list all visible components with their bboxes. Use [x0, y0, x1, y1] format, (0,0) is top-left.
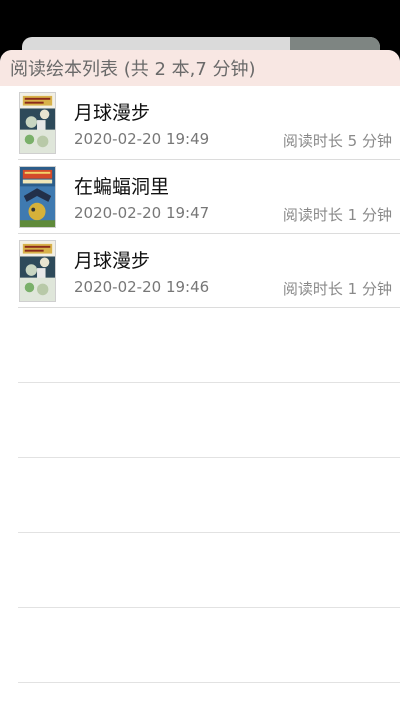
book-title: 月球漫步: [74, 102, 151, 124]
book-cover-moon-walk-icon: [19, 240, 56, 302]
reading-list-sheet: 阅读绘本列表 (共 2 本,7 分钟) 月球漫步 2020-02-20 19:4…: [0, 50, 400, 710]
list-item[interactable]: 月球漫步 2020-02-20 19:49 阅读时长 5 分钟: [18, 86, 400, 160]
book-list: 月球漫步 2020-02-20 19:49 阅读时长 5 分钟 在蝙蝠洞里 20…: [0, 86, 400, 683]
book-title: 在蝙蝠洞里: [74, 176, 170, 198]
book-read-duration: 阅读时长 5 分钟: [282, 132, 392, 150]
sheet-header: 阅读绘本列表 (共 2 本,7 分钟): [0, 50, 400, 86]
empty-list-row: [18, 533, 400, 608]
empty-list-row: [18, 608, 400, 683]
book-title: 月球漫步: [74, 250, 151, 272]
book-read-time: 2020-02-20 19:47: [74, 204, 210, 222]
book-read-time: 2020-02-20 19:49: [74, 130, 210, 148]
book-cover-moon-walk-icon: [19, 92, 56, 154]
empty-list-row: [18, 308, 400, 383]
book-read-time: 2020-02-20 19:46: [74, 278, 210, 296]
sheet-title: 阅读绘本列表 (共 2 本,7 分钟): [10, 59, 256, 80]
empty-list-row: [18, 458, 400, 533]
book-read-duration: 阅读时长 1 分钟: [282, 206, 392, 224]
book-cover-bat-cave-icon: [19, 166, 56, 228]
list-item[interactable]: 月球漫步 2020-02-20 19:46 阅读时长 1 分钟: [18, 234, 400, 308]
list-item[interactable]: 在蝙蝠洞里 2020-02-20 19:47 阅读时长 1 分钟: [18, 160, 400, 234]
empty-list-row: [18, 383, 400, 458]
book-read-duration: 阅读时长 1 分钟: [282, 280, 392, 298]
